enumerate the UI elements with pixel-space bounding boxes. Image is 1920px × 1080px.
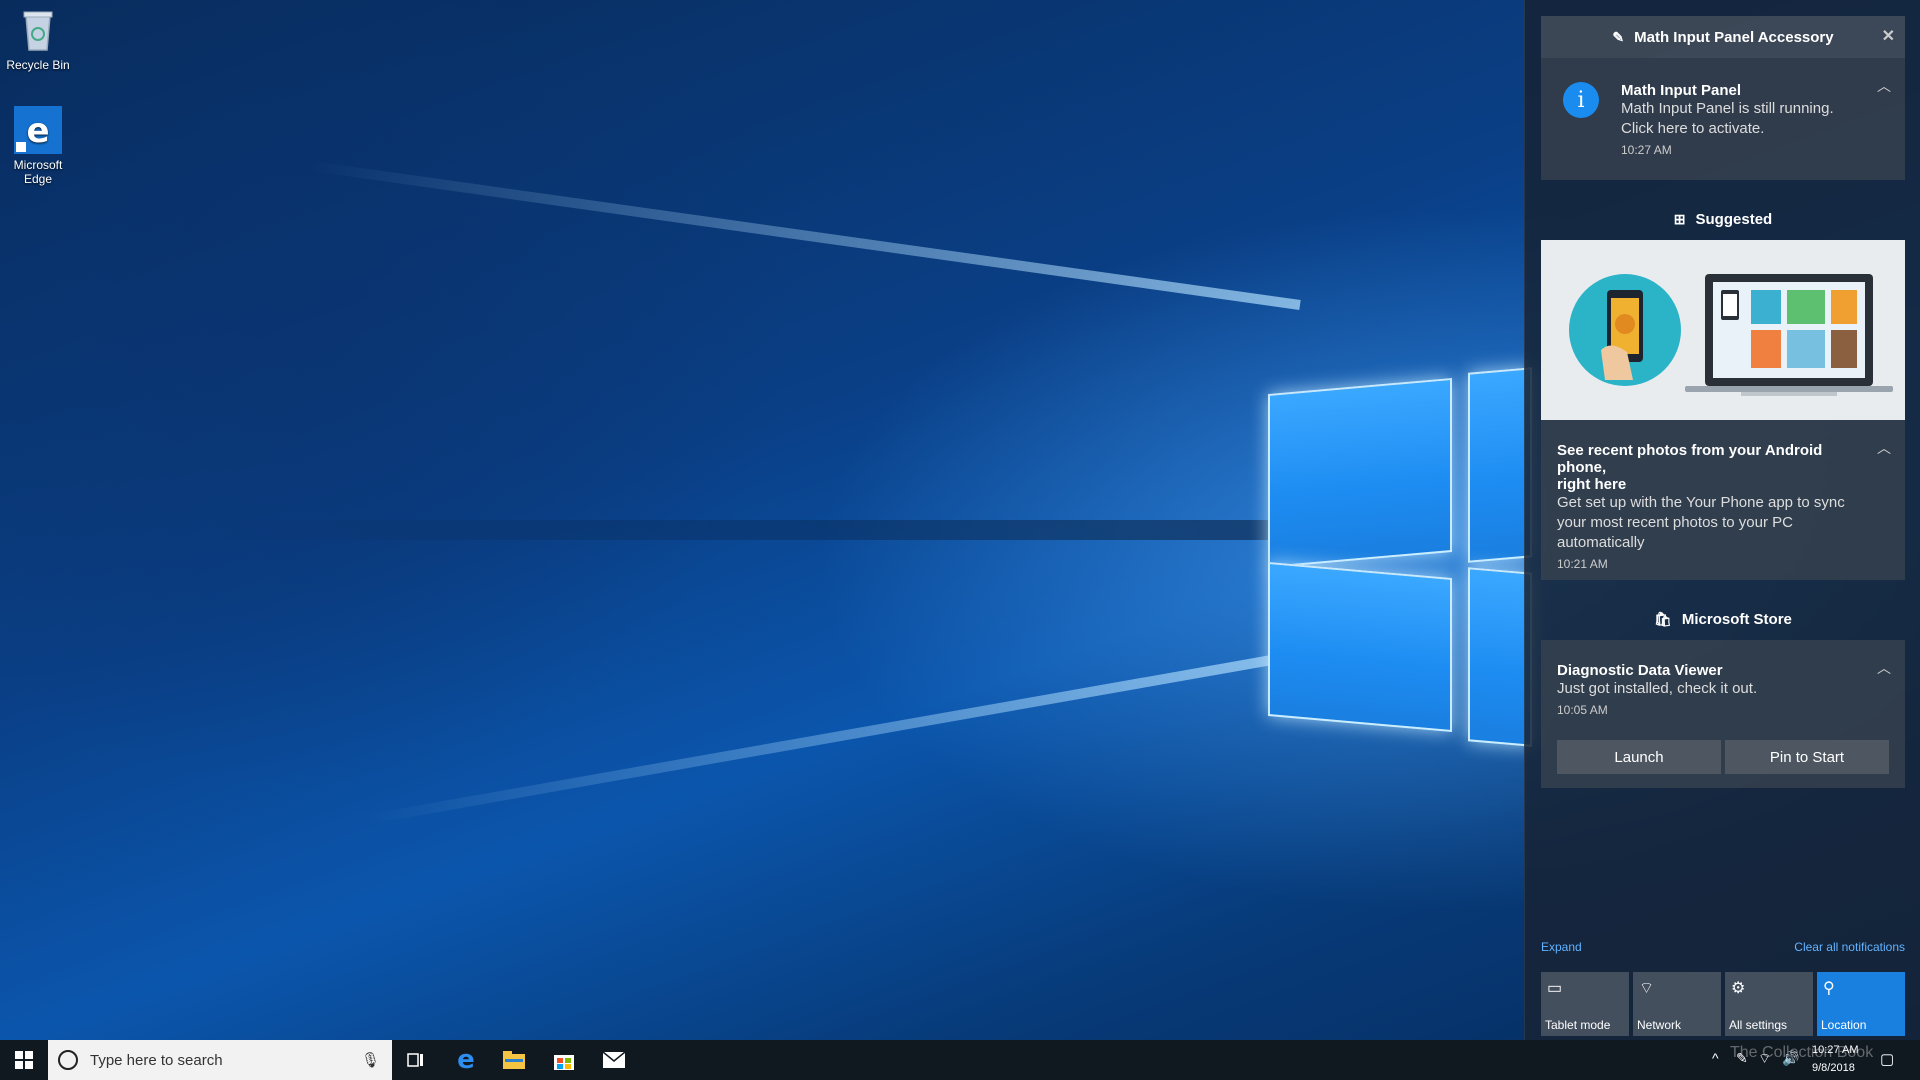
cortana-circle-icon	[58, 1050, 78, 1070]
notification-title: See recent photos from your Android phon…	[1557, 442, 1823, 476]
store-icon[interactable]	[540, 1040, 588, 1080]
desktop-icon-label: Recycle Bin	[6, 58, 70, 72]
quick-action-label: Location	[1821, 1018, 1867, 1032]
recycle-bin-icon	[14, 6, 62, 54]
quick-action-label: Tablet mode	[1545, 1018, 1611, 1032]
notification-body: Math Input Panel is still running.	[1621, 100, 1834, 117]
notification-time: 10:27 AM	[1621, 143, 1672, 157]
quick-action-label: Network	[1637, 1018, 1682, 1032]
expand-link[interactable]: Expand	[1541, 940, 1582, 954]
tablet-mode-icon: ▭	[1547, 980, 1563, 997]
notification-body: Click here to activate.	[1621, 120, 1765, 137]
quick-action-all-settings[interactable]: ⚙ All settings	[1725, 972, 1813, 1036]
edge-icon: e	[14, 106, 62, 154]
taskbar: Type here to search 🎙 e ^ ✎ ⌔ 🔊 10:27 AM…	[0, 1040, 1920, 1080]
math-input-icon: ✎	[1612, 28, 1625, 45]
desktop-icon-label: Microsoft Edge	[13, 158, 63, 186]
clear-all-notifications-link[interactable]: Clear all notifications	[1794, 940, 1905, 954]
gear-icon: ⚙	[1731, 980, 1746, 997]
wallpaper-logo-pane	[1468, 367, 1532, 563]
notification-title: Diagnostic Data Viewer	[1557, 662, 1723, 679]
chevron-up-icon[interactable]: ︿	[1877, 658, 1891, 678]
chevron-up-icon[interactable]: ︿	[1877, 76, 1891, 96]
wallpaper-logo-pane	[1268, 561, 1452, 733]
notification-group-header[interactable]: 🛍 Microsoft Store	[1541, 598, 1905, 640]
quick-action-tablet-mode[interactable]: ▭ Tablet mode	[1541, 972, 1629, 1036]
group-app-name: Microsoft Store	[1681, 610, 1792, 628]
wallpaper-beam	[309, 160, 1301, 310]
pin-to-start-button[interactable]: Pin to Start	[1725, 740, 1889, 774]
wallpaper-logo-pane	[1468, 567, 1532, 747]
microphone-icon[interactable]: 🎙	[361, 1051, 380, 1069]
search-placeholder: Type here to search	[90, 1051, 223, 1069]
launch-button[interactable]: Launch	[1557, 740, 1721, 774]
start-button[interactable]	[0, 1040, 48, 1080]
notification-time: 10:21 AM	[1557, 557, 1608, 571]
windows-logo-icon	[15, 1051, 33, 1069]
location-icon: ⚲	[1823, 980, 1835, 997]
notification-group-header[interactable]: ⊞ Suggested	[1541, 198, 1905, 240]
mail-icon[interactable]	[590, 1040, 638, 1080]
notification-title: Math Input Panel	[1621, 82, 1741, 99]
info-icon: i	[1563, 82, 1599, 118]
group-app-name: Math Input Panel Accessory	[1634, 28, 1834, 46]
wallpaper-logo-pane	[1268, 377, 1452, 569]
group-app-name: Suggested	[1695, 210, 1773, 228]
suggested-icon: ⊞	[1673, 210, 1686, 227]
desktop-icon-microsoft-edge[interactable]: e Microsoft Edge	[0, 106, 76, 186]
close-icon[interactable]: ✕	[1882, 26, 1895, 46]
network-icon: ⌔	[1639, 980, 1655, 997]
notification-body: your most recent photos to your PC	[1557, 514, 1793, 531]
action-center-panel: ✎ Math Input Panel Accessory ✕ i Math In…	[1524, 0, 1920, 1040]
notification-time: 10:05 AM	[1557, 703, 1608, 717]
notification-body: Just got installed, check it out.	[1557, 680, 1758, 697]
show-hidden-icons-chevron-icon[interactable]: ^	[1712, 1050, 1719, 1066]
desktop-icon-recycle-bin[interactable]: Recycle Bin	[0, 6, 76, 72]
notification-group-header[interactable]: ✎ Math Input Panel Accessory ✕	[1541, 16, 1905, 58]
quick-action-network[interactable]: ⌔ Network	[1633, 972, 1721, 1036]
quick-action-location[interactable]: ⚲ Location	[1817, 972, 1905, 1036]
notification-title: right here	[1557, 476, 1627, 493]
notification-card[interactable]: Diagnostic Data Viewer Just got installe…	[1541, 640, 1905, 788]
your-phone-illustration[interactable]	[1541, 240, 1905, 420]
svg-text:e: e	[26, 111, 49, 151]
task-view-icon[interactable]	[392, 1040, 440, 1080]
chevron-up-icon[interactable]: ︿	[1877, 438, 1891, 458]
edge-icon[interactable]: e	[442, 1040, 490, 1080]
wallpaper-beam	[363, 650, 1301, 825]
store-bag-icon: 🛍	[1654, 610, 1672, 627]
taskbar-search-box[interactable]: Type here to search 🎙	[48, 1040, 392, 1080]
clock-date[interactable]: 9/8/2018	[1812, 1062, 1855, 1074]
wallpaper-beam	[200, 520, 1300, 540]
watermark-text: The Collection Book	[1730, 1044, 1874, 1061]
quick-action-label: All settings	[1729, 1018, 1788, 1032]
file-explorer-icon[interactable]	[490, 1040, 538, 1080]
notification-card[interactable]: i Math Input Panel Math Input Panel is s…	[1541, 58, 1905, 180]
notification-body: automatically	[1557, 534, 1645, 551]
action-center-icon[interactable]: ▢	[1880, 1050, 1894, 1068]
notification-body: Get set up with the Your Phone app to sy…	[1557, 494, 1845, 511]
notification-card[interactable]: See recent photos from your Android phon…	[1541, 420, 1905, 580]
